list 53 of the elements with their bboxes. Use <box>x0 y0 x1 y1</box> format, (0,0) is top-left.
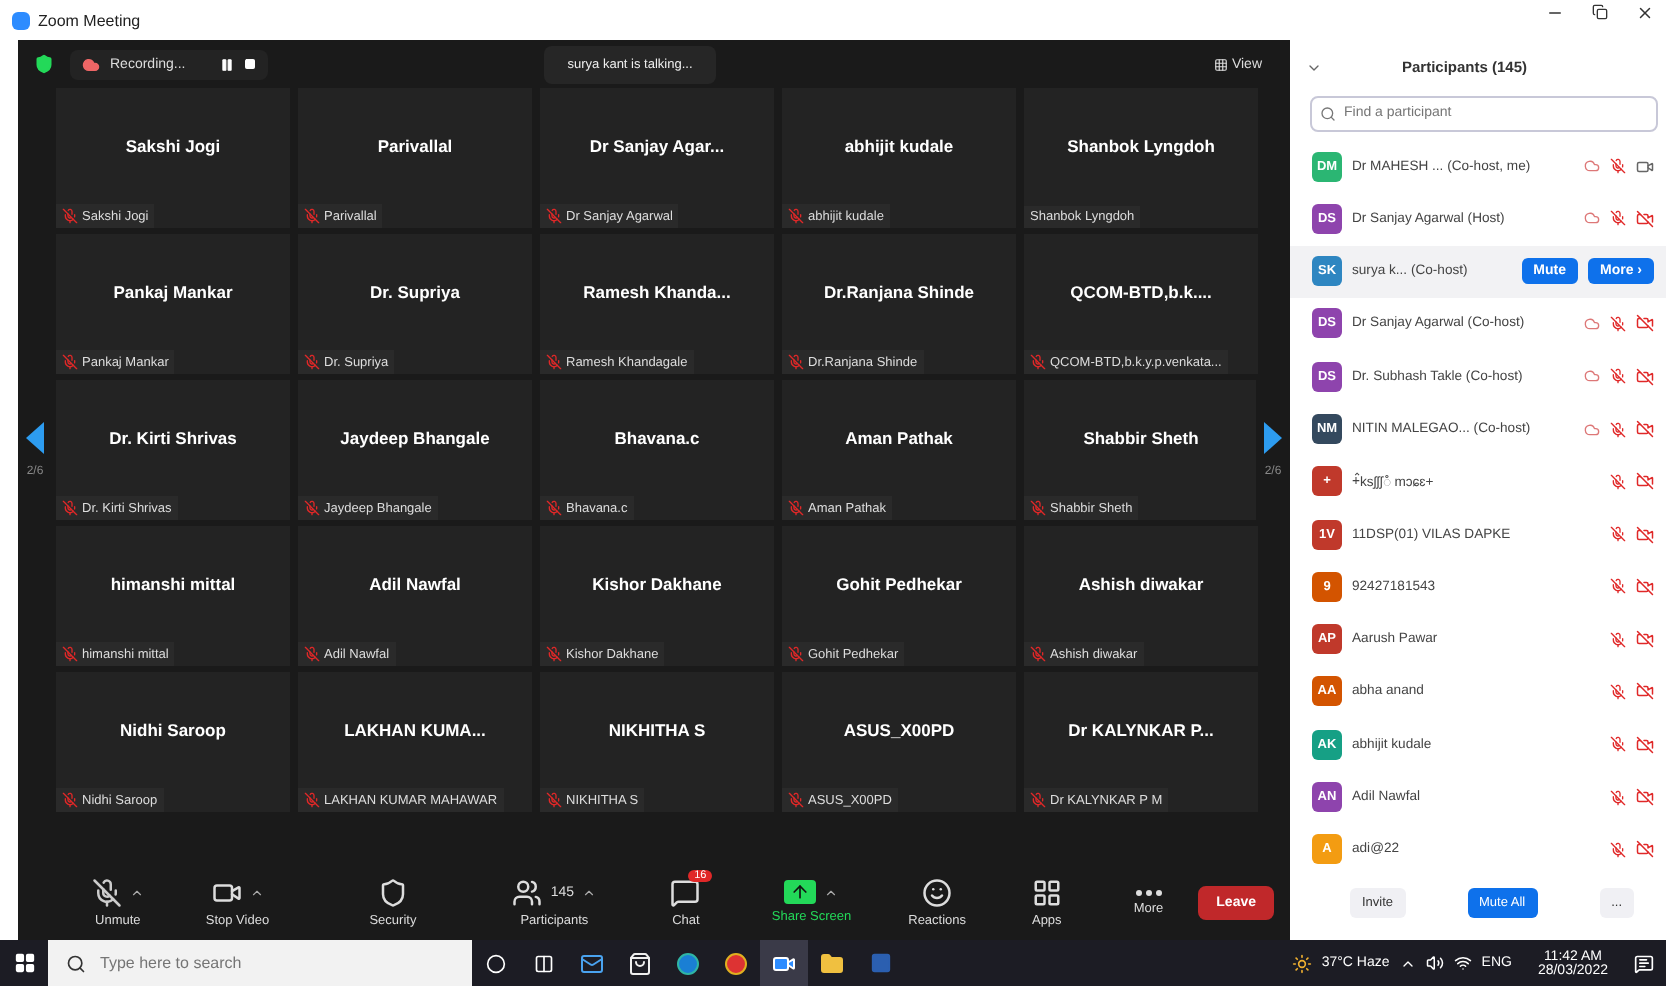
taskbar-search-field[interactable]: Type here to search <box>48 940 472 986</box>
more-icon <box>1135 889 1162 895</box>
participant-name: Nidhi Saroop <box>120 720 226 740</box>
participant-name: Parivallal <box>377 136 453 156</box>
participant-name: Bhavana.c <box>614 428 700 448</box>
close-icon[interactable] <box>1636 4 1654 22</box>
participant-name: Shabbir Sheth <box>1083 428 1199 448</box>
participant-name: Ashish diwakar <box>1078 574 1204 594</box>
pause-icon[interactable] <box>219 57 234 71</box>
participant-name: Dr. Supriya <box>370 282 460 302</box>
cloud-icon <box>82 55 100 73</box>
notifications-icon[interactable] <box>1634 953 1654 973</box>
window-title: Zoom Meeting <box>38 11 141 29</box>
participant-name: Shanbok Lyngdoh <box>1067 136 1215 156</box>
caret-icon[interactable] <box>582 885 597 899</box>
video-app-icon[interactable] <box>760 940 808 986</box>
chat-icon <box>670 877 701 907</box>
participant-name: QCOM-BTD,b.k.... <box>1070 282 1212 302</box>
participant-name: LAKHAN KUMA... <box>344 720 486 740</box>
participant-name: Dr KALYNKAR P... <box>1068 720 1214 740</box>
participant-name: Pankaj Mankar <box>113 282 233 302</box>
restore-icon[interactable] <box>1592 4 1608 20</box>
share-screen-icon <box>784 880 817 904</box>
participant-name: Adil Nawfal <box>369 574 461 594</box>
muted-mic-icon <box>91 877 122 907</box>
participant-name: NIKHITHA S <box>608 720 706 740</box>
apps-icon <box>1031 877 1062 907</box>
grid-icon <box>1213 57 1228 71</box>
people-icon <box>512 877 543 907</box>
participant-name: Dr.Ranjana Shinde <box>823 282 975 302</box>
participant-name: Dr. Kirti Shrivas <box>109 428 237 448</box>
zoom-logo-icon <box>12 11 30 29</box>
participant-name: Dr Sanjay Agar... <box>589 136 725 156</box>
participant-name: Gohit Pedhekar <box>836 574 962 594</box>
caret-icon[interactable] <box>824 885 839 899</box>
network-icon[interactable] <box>1453 954 1472 972</box>
participant-name: Sakshi Jogi <box>125 136 221 156</box>
participant-name: himanshi mittal <box>110 574 236 594</box>
caret-icon[interactable] <box>129 885 144 899</box>
previous-page-icon[interactable] <box>26 422 44 454</box>
stop-icon[interactable] <box>243 58 256 70</box>
participant-name: Jaydeep Bhangale <box>340 428 490 448</box>
smiley-icon <box>922 877 953 907</box>
speaker-icon[interactable] <box>1425 954 1444 972</box>
caret-icon[interactable] <box>249 885 264 899</box>
sun-icon <box>1291 953 1312 973</box>
participant-name: Ramesh Khanda... <box>583 282 731 302</box>
participant-name: Kishor Dakhane <box>592 574 722 594</box>
security-shield-icon <box>34 54 54 74</box>
participant-name: ASUS_X00PD <box>843 720 955 740</box>
shield-icon <box>377 877 408 907</box>
participant-name: Aman Pathak <box>845 428 953 448</box>
participant-name: abhijit kudale <box>844 136 954 156</box>
